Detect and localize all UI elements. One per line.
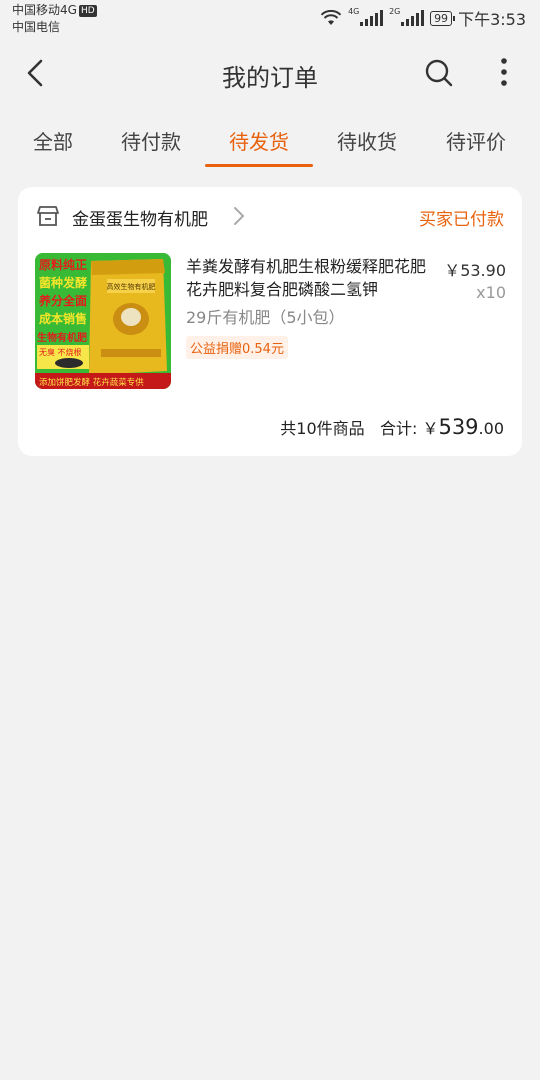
top-header: 我的订单 [0, 40, 540, 106]
order-card[interactable]: 金蛋蛋生物有机肥 买家已付款 高效生物有机肥 原料纯正 菌种发酵 养分全面 成本… [18, 187, 522, 456]
total-integer: 539 [438, 415, 479, 439]
signal-2g-icon: 2G [389, 7, 425, 26]
product-title[interactable]: 羊粪发酵有机肥生根粉缓释肥花肥花卉肥料复合肥磷酸二氢钾 [186, 255, 426, 301]
more-vertical-icon[interactable] [490, 56, 518, 88]
tab-all[interactable]: 全部 [32, 126, 74, 155]
carrier-info: 中国移动4G HD 中国电信 [12, 2, 97, 36]
status-right: 4G 2G 99 下午3:53 [320, 6, 526, 30]
currency-symbol: ￥ [422, 419, 439, 438]
chevron-right-icon[interactable] [232, 205, 246, 227]
shop-name[interactable]: 金蛋蛋生物有机肥 [72, 205, 208, 230]
tab-pending-shipment[interactable]: 待发货 [226, 126, 292, 155]
carrier-secondary: 中国电信 [12, 20, 61, 34]
bag-label-text: 高效生物有机肥 [107, 282, 156, 291]
page-title: 我的订单 [222, 64, 318, 92]
clock: 下午3:53 [458, 10, 526, 29]
battery-icon: 99 [430, 10, 456, 26]
order-status: 买家已付款 [419, 210, 504, 230]
search-icon[interactable] [424, 58, 454, 88]
signal-4g-icon: 4G [348, 7, 384, 26]
total-label: 合计: [379, 419, 418, 438]
unit-price: ￥53.90 [444, 261, 506, 280]
image-banner-text: 添加饼肥发酵 花卉蔬菜专供 [39, 377, 144, 388]
image-text-line4: 成本销售 [39, 311, 87, 326]
image-text-line1: 原料纯正 [39, 257, 87, 272]
shop-icon [37, 206, 59, 226]
order-summary: 共10件商品 合计: ￥539.00 [280, 415, 504, 439]
hd-badge: HD [78, 5, 97, 17]
signal-2g-label: 2G [389, 7, 401, 16]
signal-4g-label: 4G [348, 7, 360, 16]
image-text-line3: 养分全面 [38, 293, 87, 308]
image-badge-text: 无臭 不烧根 [39, 347, 82, 357]
order-tabs: 全部 待付款 待发货 待收货 待评价 [0, 110, 540, 170]
product-sku: 29斤有机肥（5小包） [186, 308, 345, 327]
image-text-line5: 生物有机肥 [37, 331, 87, 344]
active-tab-indicator [205, 164, 313, 167]
product-image[interactable]: 高效生物有机肥 原料纯正 菌种发酵 养分全面 成本销售 生物有机肥 无臭 不烧根… [35, 253, 171, 389]
wifi-icon [320, 10, 342, 25]
total-decimal: .00 [478, 419, 504, 438]
item-count: 共10件商品 [280, 419, 365, 438]
image-text-line2: 菌种发酵 [39, 275, 87, 290]
status-bar: 中国移动4G HD 中国电信 4G 2G 99 下午3:53 [0, 0, 540, 40]
quantity: x10 [476, 283, 506, 302]
tab-pending-payment[interactable]: 待付款 [118, 126, 184, 155]
carrier-primary: 中国移动4G [12, 3, 77, 17]
tab-pending-review[interactable]: 待评价 [443, 126, 509, 155]
charity-tag: 公益捐赠0.54元 [186, 336, 288, 359]
tab-pending-receipt[interactable]: 待收货 [334, 126, 400, 155]
